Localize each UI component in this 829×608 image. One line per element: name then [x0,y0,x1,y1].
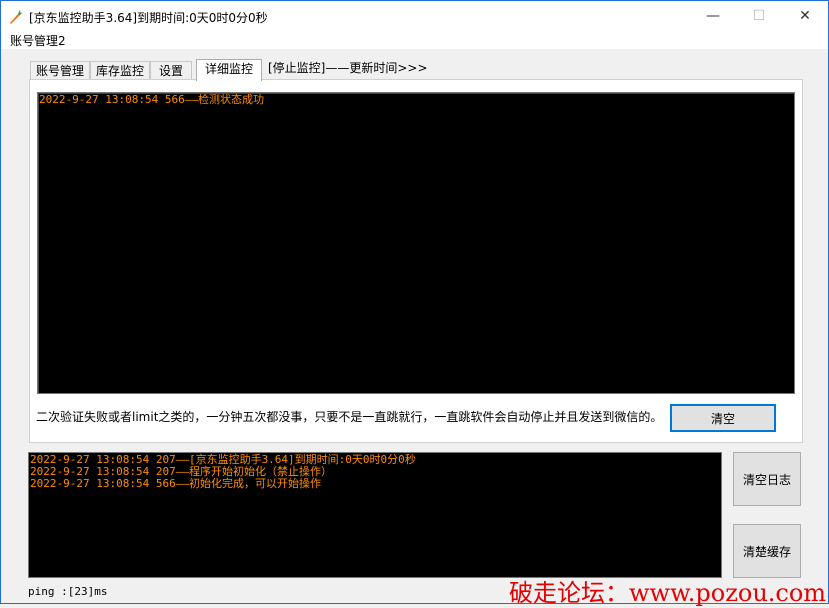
menu-item-account-management-2[interactable]: 账号管理2 [10,32,66,49]
clear-cache-button[interactable]: 清楚缓存 [733,524,801,578]
menu-bar: 账号管理2 [1,31,828,49]
log-line: 2022-9-27 13:08:54 566——初始化完成，可以开始操作 [30,477,321,490]
close-button[interactable]: ✕ [782,1,828,31]
window-title: [京东监控助手3.64]到期时间:0天0时0分0秒 [29,11,268,25]
title-bar[interactable]: [京东监控助手3.64]到期时间:0天0时0分0秒 — ☐ ✕ [1,1,828,31]
hint-text: 二次验证失败或者limit之类的，一分钟五次都没事，只要不是一直跳就行，一直跳软… [36,410,663,424]
main-log-console[interactable]: 2022-9-27 13:08:54 207——[京东监控助手3.64]到期时间… [28,452,722,578]
detail-monitor-panel: 2022-9-27 13:08:54 566——检测状态成功 二次验证失败或者l… [29,79,803,443]
ping-readout: ping :[23]ms [28,585,108,598]
maximize-button[interactable]: ☐ [736,1,782,31]
detail-log-console[interactable]: 2022-9-27 13:08:54 566——检测状态成功 [37,92,795,394]
log-line: 2022-9-27 13:08:54 566——检测状态成功 [39,93,264,106]
tab-detail-monitor[interactable]: 详细监控 [196,59,262,81]
tab-stock-monitor[interactable]: 库存监控 [90,61,150,80]
tab-settings[interactable]: 设置 [150,61,192,80]
minimize-button[interactable]: — [690,1,736,31]
app-window: [京东监控助手3.64]到期时间:0天0时0分0秒 — ☐ ✕ 账号管理2 账号… [0,0,829,607]
clear-log-button[interactable]: 清空日志 [733,452,801,506]
site-watermark: 破走论坛：www.pozou.com [509,579,827,607]
clear-button[interactable]: 清空 [670,404,776,432]
tab-account-management[interactable]: 账号管理 [30,61,90,80]
monitor-status-text: [停止监控]——更新时间>>> [268,61,428,75]
carrot-app-icon [7,9,23,25]
